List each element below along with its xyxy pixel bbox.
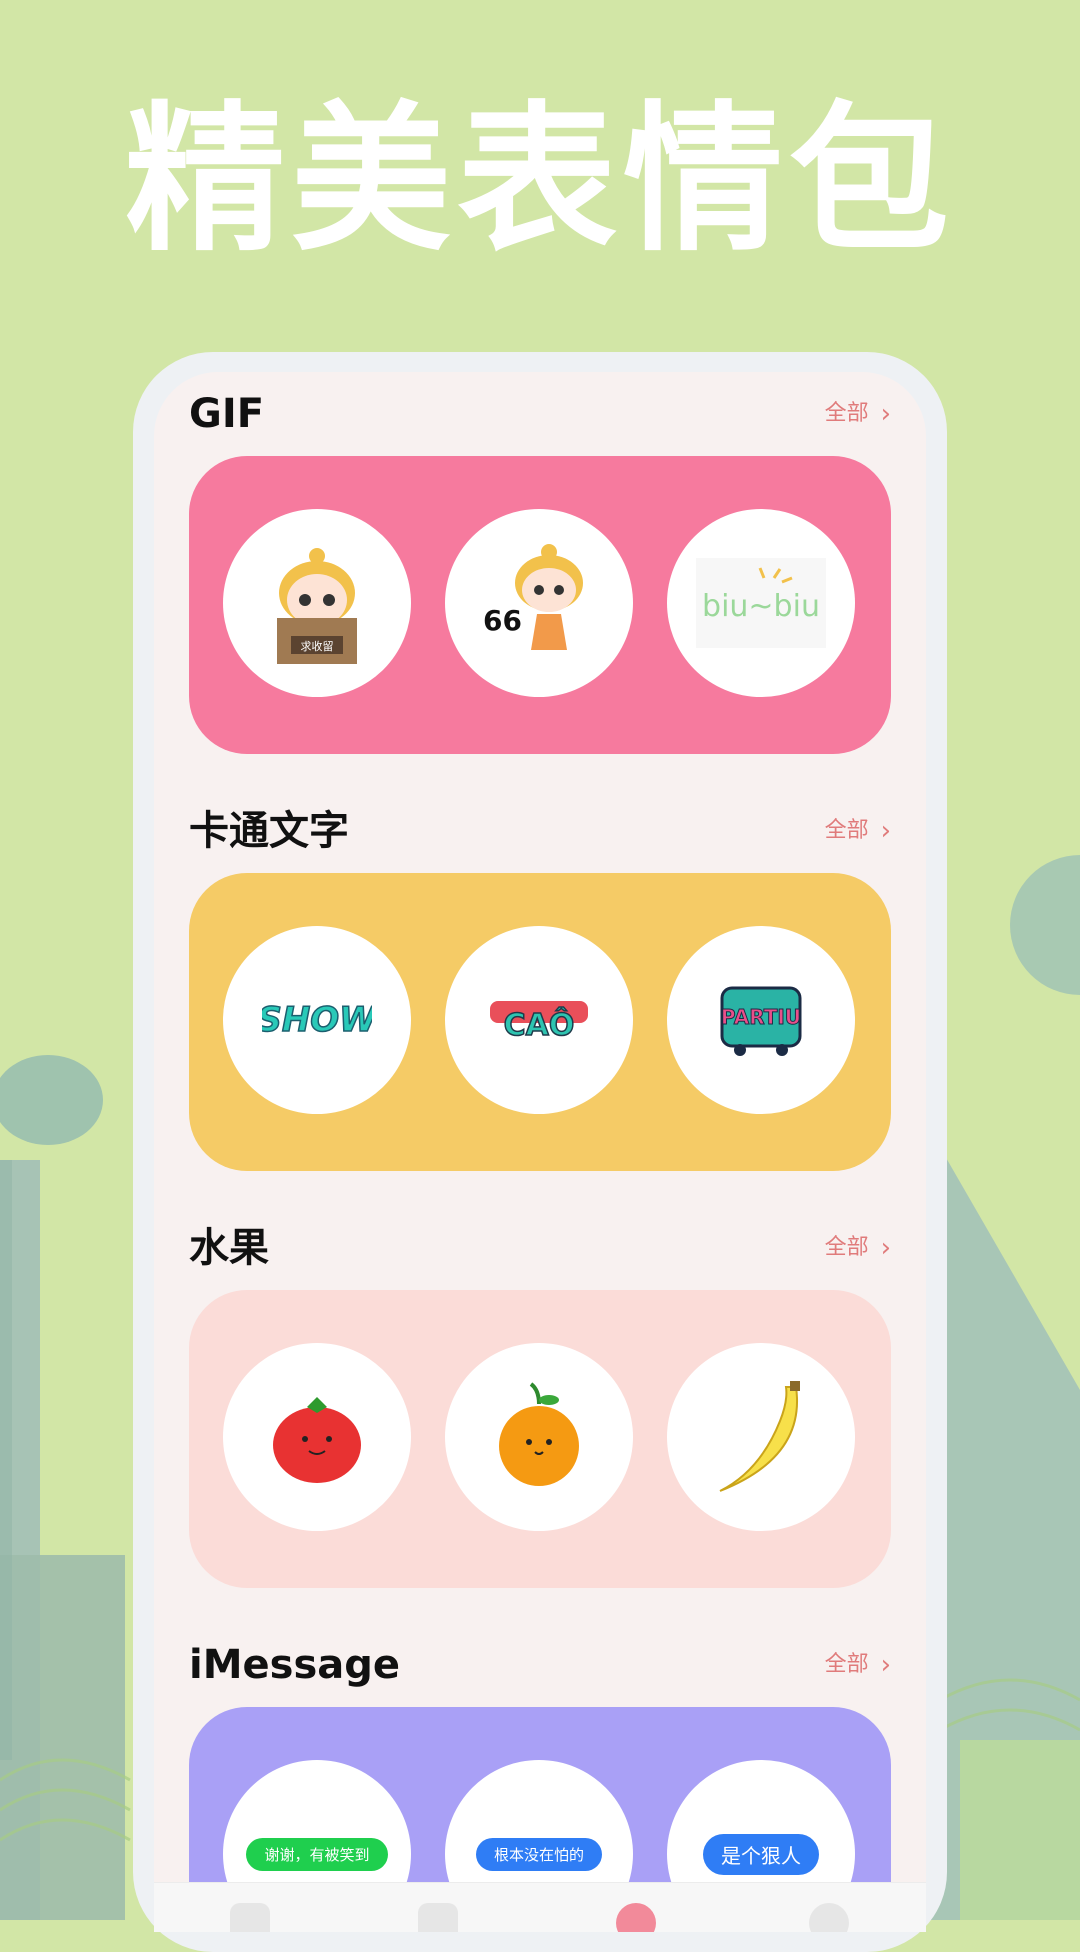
sticker-item[interactable]: 66 xyxy=(445,509,633,697)
svg-text:SHOW: SHOW xyxy=(262,1000,372,1040)
show-text-sticker: SHOW xyxy=(262,999,372,1041)
section-title: 水果 xyxy=(189,1225,269,1271)
see-all-link[interactable]: 全部 › xyxy=(825,384,891,444)
chevron-right-icon: › xyxy=(880,1233,891,1263)
section-imessage: iMessage 全部 › 谢谢，有被笑到 根本没在怕的 是个狠人 xyxy=(189,1635,891,1932)
tomato-sticker xyxy=(273,1397,361,1483)
svg-text:PARTIU: PARTIU xyxy=(721,1005,801,1029)
banana-sticker xyxy=(719,1381,800,1492)
sticker-item[interactable]: 求收留 xyxy=(223,509,411,697)
svg-text:66: 66 xyxy=(483,604,522,637)
chevron-right-icon: › xyxy=(880,1650,891,1680)
nav-heart-icon[interactable] xyxy=(418,1903,458,1932)
chevron-right-icon: › xyxy=(880,816,891,846)
sticker-item[interactable]: PARTIU xyxy=(667,926,855,1114)
orange-sticker xyxy=(499,1382,579,1486)
sticker-item[interactable]: CAÔ xyxy=(445,926,633,1114)
nav-home-icon[interactable] xyxy=(230,1903,270,1932)
hero-title: 精美表情包 xyxy=(124,86,955,273)
section-gif: GIF 全部 › 求收留 66 biu~biu xyxy=(189,384,891,754)
section-fruit: 水果 全部 › xyxy=(189,1218,891,1588)
phone-screen: GIF 全部 › 求收留 66 biu~biu 卡通文字 全部 › SHOW C… xyxy=(154,372,926,1932)
chat-bubble-sticker: 根本没在怕的 xyxy=(475,1837,602,1871)
sticker-card: SHOW CAÔ PARTIU xyxy=(189,873,891,1171)
sticker-card xyxy=(189,1290,891,1588)
svg-text:biu~biu: biu~biu xyxy=(702,589,820,624)
sticker-item[interactable] xyxy=(445,1343,633,1531)
bottom-nav xyxy=(154,1882,926,1932)
see-all-link[interactable]: 全部 › xyxy=(825,1218,891,1278)
cao-text-sticker: CAÔ xyxy=(490,1001,588,1044)
sticker-item[interactable] xyxy=(667,1343,855,1531)
see-all-link[interactable]: 全部 › xyxy=(825,801,891,861)
section-title: 卡通文字 xyxy=(189,808,349,854)
section-cartoon-text: 卡通文字 全部 › SHOW CAÔ PARTIU xyxy=(189,801,891,1171)
nav-profile-icon[interactable] xyxy=(809,1903,849,1932)
biu-biu-sticker: biu~biu xyxy=(696,558,826,648)
girl-in-box-sticker: 求收留 xyxy=(277,548,357,664)
partiu-bus-sticker: PARTIU xyxy=(720,986,802,1056)
sticker-card: 求收留 66 biu~biu xyxy=(189,456,891,754)
section-title: iMessage xyxy=(189,1642,401,1688)
see-all-link[interactable]: 全部 › xyxy=(825,1635,891,1695)
chat-bubble-sticker: 是个狠人 xyxy=(703,1833,819,1875)
sticker-item[interactable]: SHOW xyxy=(223,926,411,1114)
nav-emoji-icon[interactable] xyxy=(616,1903,656,1932)
girl-66-sticker: 66 xyxy=(483,544,583,650)
section-title: GIF xyxy=(189,391,265,437)
sticker-item[interactable] xyxy=(223,1343,411,1531)
svg-text:CAÔ: CAÔ xyxy=(504,1006,575,1043)
svg-text:求收留: 求收留 xyxy=(301,639,334,653)
chat-bubble-sticker: 谢谢，有被笑到 xyxy=(246,1837,388,1871)
chevron-right-icon: › xyxy=(880,399,891,429)
sticker-item[interactable]: biu~biu xyxy=(667,509,855,697)
